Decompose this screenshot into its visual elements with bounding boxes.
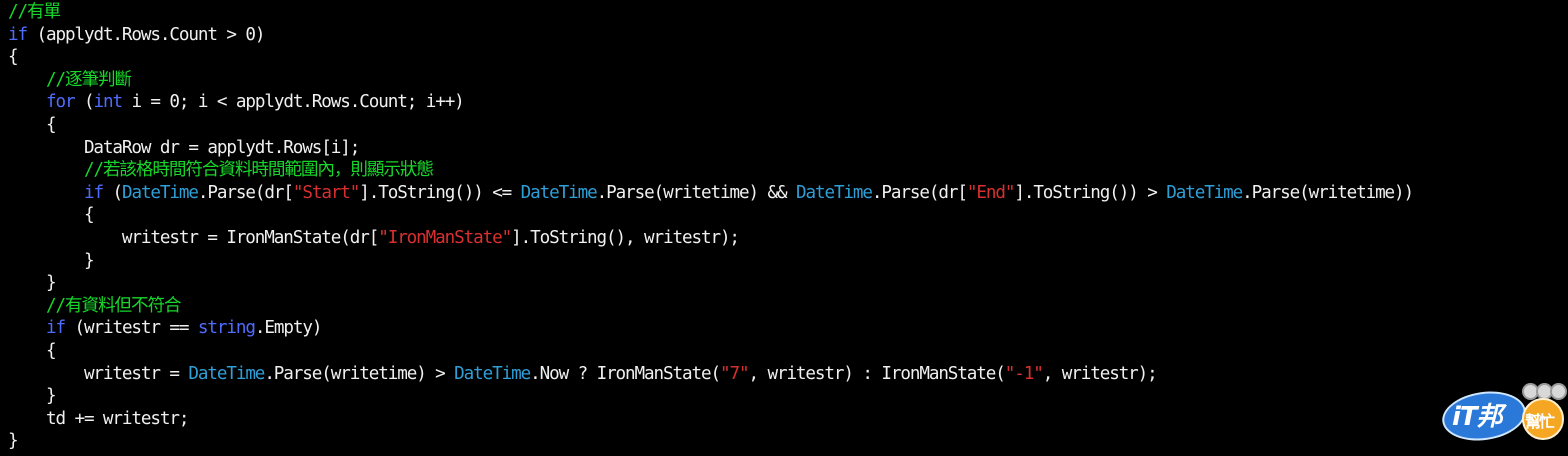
code-token-plain: }	[8, 250, 95, 271]
code-token-plain: .Parse(dr[	[871, 182, 968, 203]
code-line: {	[8, 114, 57, 136]
logo-ring-icon	[1550, 383, 1567, 400]
code-token-plain: (applydt.Rows.Count > 0)	[27, 24, 265, 45]
code-line: if (writestr == string.Empty)	[8, 317, 323, 339]
code-token-plain: .Parse(writetime))	[1242, 182, 1414, 203]
code-token-type: DateTime	[1166, 182, 1243, 203]
code-token-plain: .Now ? IronManState(	[530, 363, 721, 384]
code-line: }	[8, 272, 57, 294]
code-line: {	[8, 340, 57, 362]
code-token-comment: //有資料但不符合	[45, 295, 182, 316]
code-token-keyword: string	[197, 318, 256, 339]
code-token-plain: writestr =	[8, 363, 189, 384]
code-token-string: "Start"	[292, 182, 361, 203]
logo-main-text: iT邦	[1452, 402, 1503, 432]
code-token-plain: {	[8, 47, 19, 68]
code-line: writestr = DateTime.Parse(writetime) > D…	[8, 363, 1158, 385]
code-token-comment: //逐筆判斷	[45, 69, 132, 90]
code-token-plain: DataRow dr = applydt.Rows[i];	[8, 137, 360, 158]
code-line: }	[8, 250, 95, 272]
code-token-keyword: for	[45, 92, 76, 113]
logo-sub-text: 幫忙	[1525, 412, 1555, 431]
code-token-plain: (	[102, 182, 123, 203]
code-token-type: DateTime	[188, 363, 265, 384]
code-token-plain: {	[8, 115, 57, 135]
code-token-plain: , writestr);	[1042, 363, 1158, 384]
code-token-plain: writestr = IronManState(dr[	[8, 228, 379, 248]
code-line: //若該格時間符合資料時間範圍內，則顯示狀態	[8, 159, 434, 181]
code-line: if (DateTime.Parse(dr["Start"].ToString(…	[8, 182, 1414, 204]
code-line: if (applydt.Rows.Count > 0)	[8, 24, 265, 46]
code-editor: //有單 if (applydt.Rows.Count > 0){ //逐筆判斷 …	[0, 0, 1568, 456]
code-token-plain: ].ToString(), writestr);	[511, 228, 740, 248]
code-token-string: "7"	[719, 363, 750, 384]
code-line: for (int i = 0; i < applydt.Rows.Count; …	[8, 91, 465, 113]
code-token-string: "IronManState"	[378, 228, 512, 248]
code-line: {	[8, 204, 95, 226]
code-token-comment: //若該格時間符合資料時間範圍內，則顯示狀態	[83, 160, 434, 181]
code-token-type: DateTime	[795, 182, 873, 203]
code-line: }	[8, 430, 19, 452]
code-token-plain: .Parse(dr[	[197, 182, 294, 203]
code-line: }	[8, 385, 57, 407]
code-token-plain: ].ToString()) <=	[359, 182, 521, 203]
code-line: //有資料但不符合	[8, 295, 182, 317]
code-token-plain: }	[8, 386, 57, 407]
code-token-plain: }	[8, 273, 57, 294]
code-token-plain: (	[74, 92, 95, 113]
code-token-plain: ].ToString()) >	[1014, 182, 1167, 203]
code-token-type: DateTime	[454, 363, 531, 384]
code-line: {	[8, 46, 19, 68]
code-token-plain: , writestr) : IronManState(	[748, 363, 1005, 384]
code-token-type: DateTime	[520, 182, 598, 203]
code-token-keyword: if	[83, 182, 104, 203]
code-token-plain: .Empty)	[254, 318, 323, 339]
code-token-plain: i = 0; i < applydt.Rows.Count; i++)	[121, 92, 464, 113]
code-token-string: "-1"	[1004, 363, 1044, 384]
code-line: writestr = IronManState(dr["IronManState…	[8, 227, 740, 249]
code-token-plain: {	[8, 205, 95, 226]
code-token-comment: //有單	[8, 2, 61, 22]
code-token-string: "End"	[966, 182, 1016, 203]
code-token-plain: .Parse(writetime) >	[264, 363, 455, 384]
code-token-plain: td += writestr;	[8, 408, 189, 429]
code-token-keyword: if	[45, 318, 66, 339]
code-token-plain: .Parse(writetime) &&	[596, 182, 796, 203]
code-token-type: DateTime	[121, 182, 199, 203]
code-token-keyword: int	[93, 92, 123, 113]
code-line: //逐筆判斷	[8, 69, 132, 91]
code-line: DataRow dr = applydt.Rows[i];	[8, 137, 360, 159]
ithome-watermark-logo: iT邦 幫忙	[1438, 380, 1567, 446]
code-token-plain: }	[8, 431, 19, 452]
code-token-plain: {	[8, 341, 57, 361]
code-token-plain: (writestr ==	[64, 318, 198, 339]
code-line: //有單	[8, 1, 61, 23]
code-token-keyword: if	[8, 24, 28, 45]
code-line: td += writestr;	[8, 408, 189, 430]
